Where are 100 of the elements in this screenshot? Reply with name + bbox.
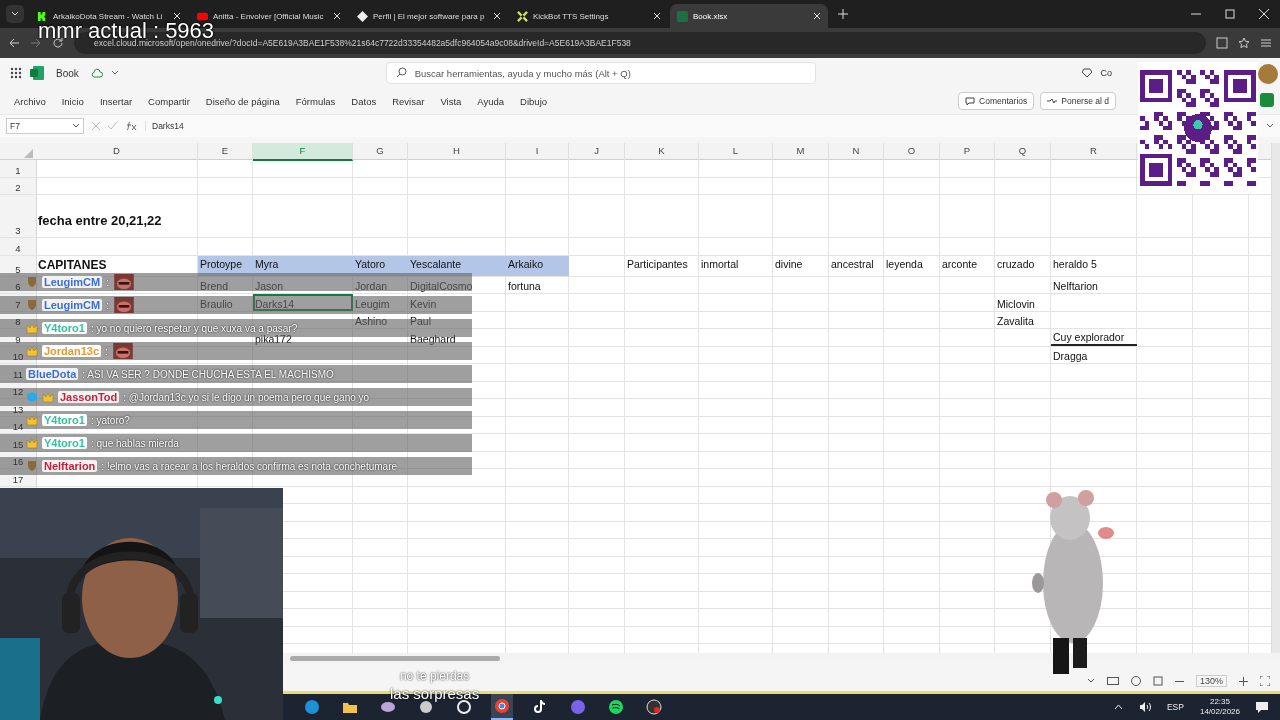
chat-username[interactable]: LeugimCM bbox=[42, 299, 103, 311]
search-field[interactable]: Buscar herramientas, ayuda y mucho más (Alt + Q) bbox=[385, 62, 816, 84]
crown-badge-icon bbox=[26, 414, 38, 426]
close-icon[interactable] bbox=[813, 12, 821, 20]
column-header[interactable]: K bbox=[625, 143, 699, 161]
row-number[interactable]: 7 bbox=[0, 294, 36, 311]
language-indicator[interactable]: ESP bbox=[1166, 702, 1184, 712]
notification-icon[interactable] bbox=[1256, 701, 1268, 713]
caret-icon[interactable] bbox=[110, 70, 119, 76]
ribbon-tab[interactable]: Diseño de página bbox=[205, 95, 280, 107]
column-header[interactable]: N bbox=[829, 143, 884, 161]
keyboard-icon[interactable] bbox=[1106, 677, 1119, 685]
table-cell-text: fecha entre 20,21,22 bbox=[37, 212, 163, 230]
row-number[interactable]: 3 bbox=[0, 195, 36, 237]
clock-date[interactable]: 14/02/2026 bbox=[1199, 707, 1240, 717]
reload-icon[interactable] bbox=[52, 37, 64, 49]
ribbon-tab[interactable]: Inicio bbox=[61, 95, 84, 107]
star-icon[interactable] bbox=[1238, 37, 1250, 49]
chat-username[interactable]: Nelftarion bbox=[42, 460, 98, 472]
close-icon[interactable] bbox=[653, 12, 661, 20]
row-number[interactable]: 4 bbox=[0, 238, 36, 255]
speaker-icon[interactable] bbox=[1138, 702, 1151, 712]
row-number[interactable]: 12 bbox=[0, 381, 36, 398]
browser-tab[interactable]: KickBot TTS Settings bbox=[510, 4, 668, 28]
row-number[interactable]: 16 bbox=[0, 451, 36, 468]
diamond-icon bbox=[1082, 68, 1093, 78]
row-number[interactable]: 13 bbox=[0, 399, 36, 416]
crown-badge-icon bbox=[26, 437, 38, 449]
column-header[interactable]: F bbox=[253, 143, 353, 161]
ribbon-tab[interactable]: Ayuda bbox=[477, 95, 505, 107]
row-number[interactable]: 6 bbox=[0, 276, 36, 293]
back-icon[interactable] bbox=[8, 37, 20, 49]
ribbon-tab[interactable]: Fórmulas bbox=[295, 95, 336, 107]
chrome-icon[interactable] bbox=[491, 694, 513, 720]
column-header[interactable]: I bbox=[506, 143, 569, 161]
fullscreen-icon[interactable] bbox=[1260, 676, 1270, 686]
column-header[interactable]: G bbox=[353, 143, 408, 161]
vertical-scrollbar[interactable] bbox=[1271, 143, 1280, 653]
chat-text: : !elmo vas a racear a los heraldos confirma es nota conchetumare bbox=[101, 460, 398, 472]
column-header[interactable]: P bbox=[940, 143, 995, 161]
table-cell: Yescalante bbox=[408, 255, 506, 276]
column-header[interactable]: J bbox=[569, 143, 625, 161]
column-header[interactable]: L bbox=[699, 143, 773, 161]
table-cell: Yatoro bbox=[353, 255, 408, 276]
ribbon-tab[interactable]: Insertar bbox=[99, 95, 133, 107]
clock-time[interactable]: 22:35 bbox=[1209, 697, 1230, 707]
ribbon-tab[interactable]: Compartir bbox=[148, 95, 190, 107]
cross-icon bbox=[517, 10, 528, 22]
row-number[interactable]: 8 bbox=[0, 311, 36, 328]
caret-icon[interactable] bbox=[1086, 678, 1095, 684]
close-icon[interactable] bbox=[493, 12, 501, 20]
ribbon-tab[interactable]: Dibujo bbox=[520, 95, 548, 107]
copilot-button[interactable]: Co bbox=[1100, 68, 1112, 78]
catch-up-button[interactable]: Ponerse al d bbox=[1040, 92, 1116, 110]
chevron-up-icon[interactable] bbox=[1113, 704, 1123, 710]
check-icon[interactable] bbox=[108, 122, 117, 130]
column-header[interactable]: D bbox=[36, 143, 198, 161]
forward-icon[interactable] bbox=[30, 37, 42, 49]
column-header[interactable]: Q bbox=[995, 143, 1051, 161]
row-number[interactable]: 10 bbox=[0, 346, 36, 363]
horizontal-scrollbar[interactable] bbox=[290, 655, 500, 661]
chat-text: : ASI VA SER ? DONDE CHUCHA ESTA EL MACHISMO bbox=[82, 368, 334, 380]
function-icon[interactable] bbox=[125, 121, 137, 131]
table-cell-text: leyenda bbox=[885, 256, 924, 272]
zoom-in-icon[interactable] bbox=[1239, 676, 1248, 686]
file-name[interactable]: Book bbox=[52, 67, 83, 79]
chat-username[interactable]: LeugimCM bbox=[42, 276, 103, 288]
chat-username[interactable]: JassonTod bbox=[58, 391, 120, 403]
row-number[interactable]: 2 bbox=[0, 177, 36, 194]
column-header[interactable]: O bbox=[884, 143, 940, 161]
formula-field[interactable]: Darks14 bbox=[145, 121, 1072, 131]
close-icon[interactable] bbox=[333, 12, 341, 20]
column-header[interactable]: R bbox=[1051, 143, 1137, 161]
name-box[interactable]: F7 bbox=[6, 118, 84, 134]
chat-text: : que hablas mierda bbox=[90, 437, 179, 449]
browser-tab[interactable]: Book.xlsx bbox=[670, 4, 828, 28]
close-icon[interactable] bbox=[173, 12, 181, 20]
zoom-dropdown[interactable]: 130% bbox=[1195, 675, 1227, 687]
table-cell-text: Miclovin bbox=[996, 296, 1036, 311]
ribbon-tab[interactable]: Revisar bbox=[392, 95, 425, 107]
ribbon-tab[interactable]: Vista bbox=[440, 95, 462, 107]
row-number[interactable]: 15 bbox=[0, 434, 36, 451]
ribbon-tab[interactable]: Datos bbox=[351, 95, 377, 107]
search-icon bbox=[395, 67, 407, 78]
chat-username[interactable]: BlueDota bbox=[26, 368, 79, 380]
table-cell-text: Baeghard bbox=[409, 331, 457, 346]
column-header[interactable]: H bbox=[408, 143, 506, 161]
expand-icon[interactable] bbox=[1266, 123, 1274, 129]
ribbon-tab[interactable]: Archivo bbox=[14, 95, 46, 107]
comments-button[interactable]: Comentarios bbox=[958, 92, 1035, 110]
table-cell: Myra bbox=[253, 255, 353, 276]
app-launcher-icon[interactable] bbox=[10, 67, 22, 79]
column-header[interactable]: M bbox=[773, 143, 829, 161]
menu-icon[interactable] bbox=[1260, 37, 1272, 49]
chat-text: : yatoro? bbox=[90, 414, 130, 426]
row-number[interactable]: 5 bbox=[0, 255, 36, 276]
browser-tab[interactable]: Perfil | El mejor software para p bbox=[350, 4, 508, 28]
row-number[interactable]: 9 bbox=[0, 329, 36, 346]
row-number[interactable]: 1 bbox=[0, 160, 36, 177]
row-number[interactable]: 17 bbox=[0, 469, 36, 486]
